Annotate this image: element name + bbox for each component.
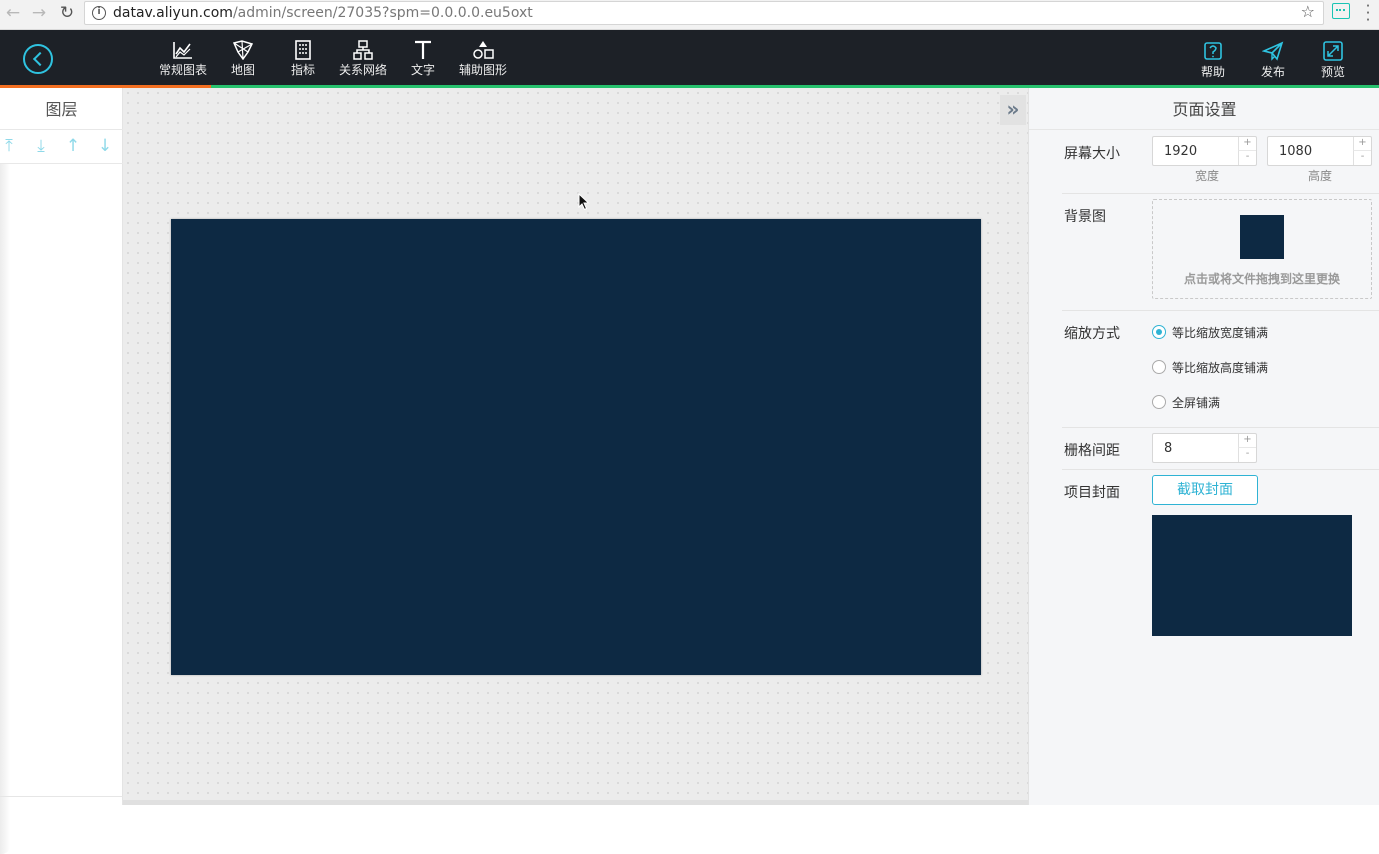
screen-canvas[interactable] [171,219,981,675]
screen-height-value: 1080 [1279,144,1313,159]
extension-chat-icon[interactable] [1332,3,1350,19]
text-icon [415,40,431,59]
collapse-panel-icon[interactable]: » [1000,95,1026,125]
toolbar-item-label: 关系网络 [338,63,387,77]
toolbar-item-text[interactable]: 文字 [393,40,453,82]
width-decrement-button[interactable]: - [1238,151,1256,165]
scale-option-label: 等比缩放宽度铺满 [1172,326,1269,340]
chart-icon [173,42,192,59]
layer-actions: ⤒ ⤓ ↑ ↓ [0,130,123,164]
radio-selected-icon[interactable] [1152,325,1166,339]
toolbar-item-label: 常规图表 [158,63,207,77]
divider [1062,427,1379,428]
toolbar-item-preview[interactable]: 预览 [1303,40,1363,82]
toolbar-item-map[interactable]: 地图 [213,40,273,82]
scale-option-fullscreen[interactable]: 全屏铺满 [1152,393,1352,411]
map-icon [232,40,254,60]
cover-preview [1152,515,1352,636]
toolbar-item-help[interactable]: 帮助 [1183,40,1243,82]
move-up-icon[interactable]: ↑ [65,137,81,155]
layer-panel-title: 图层 [0,88,123,130]
settings-title: 页面设置 [1029,88,1379,130]
canvas-bottom-bar [123,800,1028,805]
canvas-area[interactable]: » [123,88,1028,805]
scale-option-width[interactable]: 等比缩放宽度铺满 [1152,323,1352,341]
address-bar[interactable]: i datav.aliyun.com/admin/screen/27035?sp… [84,1,1324,25]
grid-increment-button[interactable]: + [1238,434,1256,448]
radio-icon[interactable] [1152,395,1166,409]
browser-bar: ← → ↻ i datav.aliyun.com/admin/screen/27… [0,0,1379,30]
browser-menu-icon[interactable]: · · · [1364,0,1372,28]
divider [1062,193,1379,194]
height-increment-button[interactable]: + [1353,137,1371,151]
screen-height-input[interactable]: 1080 + - [1267,136,1372,166]
preview-icon [1323,41,1343,61]
scale-option-label: 等比缩放高度铺满 [1172,361,1269,375]
layer-list [0,164,10,854]
move-down-icon[interactable]: ↓ [97,137,113,155]
shapes-icon [473,41,494,59]
height-label: 高度 [1307,169,1332,183]
indicator-icon [295,40,311,60]
page-settings-panel: 页面设置 屏幕大小 1920 + - 宽度 1080 + - 高度 背景图 点击… [1028,88,1379,805]
grid-spacing-label: 栅格间距 [1064,443,1120,459]
layer-panel-divider [0,796,123,797]
screen-width-input[interactable]: 1920 + - [1152,136,1257,166]
toolbar-item-label: 文字 [410,63,435,77]
back-circle-icon[interactable] [23,44,53,74]
background-upload-zone[interactable]: 点击或将文件拖拽到这里更换 [1152,199,1372,299]
toolbar-item-label: 指标 [290,63,315,77]
publish-icon [1262,41,1284,61]
toolbar-item-shapes[interactable]: 辅助图形 [453,40,513,82]
reload-icon[interactable]: ↻ [56,2,78,24]
capture-cover-button[interactable]: 截取封面 [1152,475,1258,505]
layer-panel: 图层 ⤒ ⤓ ↑ ↓ [0,88,123,854]
network-icon [353,40,373,60]
grid-spacing-input[interactable]: 8 + - [1152,433,1257,463]
grid-decrement-button[interactable]: - [1238,448,1256,462]
height-decrement-button[interactable]: - [1353,151,1371,165]
background-upload-hint: 点击或将文件拖拽到这里更换 [1183,272,1340,286]
background-thumbnail [1240,215,1284,259]
scale-option-height[interactable]: 等比缩放高度铺满 [1152,358,1352,376]
screen-width-value: 1920 [1164,144,1198,159]
cover-label: 项目封面 [1064,485,1120,501]
toolbar-item-publish[interactable]: 发布 [1243,40,1303,82]
background-label: 背景图 [1064,209,1106,225]
back-arrow-icon[interactable]: ← [2,2,24,24]
bookmark-star-icon[interactable]: ☆ [1301,2,1315,21]
grid-spacing-value: 8 [1164,441,1173,456]
radio-icon[interactable] [1152,360,1166,374]
toolbar-item-network[interactable]: 关系网络 [333,40,393,82]
move-to-top-icon[interactable]: ⤒ [1,137,17,155]
divider [1062,310,1379,311]
divider [1062,469,1379,470]
move-to-bottom-icon[interactable]: ⤓ [33,137,49,155]
info-icon[interactable]: i [92,6,106,20]
mouse-cursor-icon [578,193,590,211]
forward-arrow-icon[interactable]: → [28,2,50,24]
toolbar-item-indicator[interactable]: 指标 [273,40,333,82]
toolbar-item-charts[interactable]: 常规图表 [153,40,213,82]
toolbar-item-label: 预览 [1320,65,1345,79]
scale-option-label: 全屏铺满 [1172,396,1221,410]
width-increment-button[interactable]: + [1238,137,1256,151]
toolbar-item-label: 发布 [1260,65,1285,79]
app-toolbar: 常规图表 地图 指标 关系网络 文字 辅助图形 帮助 发布 预览 [0,30,1379,88]
toolbar-item-label: 辅助图形 [458,63,507,77]
screen-size-label: 屏幕大小 [1064,146,1120,162]
toolbar-item-label: 地图 [230,63,255,77]
toolbar-item-label: 帮助 [1200,65,1225,79]
url-text: datav.aliyun.com/admin/screen/27035?spm=… [113,5,533,21]
width-label: 宽度 [1194,169,1219,183]
scale-mode-label: 缩放方式 [1064,326,1120,342]
help-icon [1204,42,1222,60]
